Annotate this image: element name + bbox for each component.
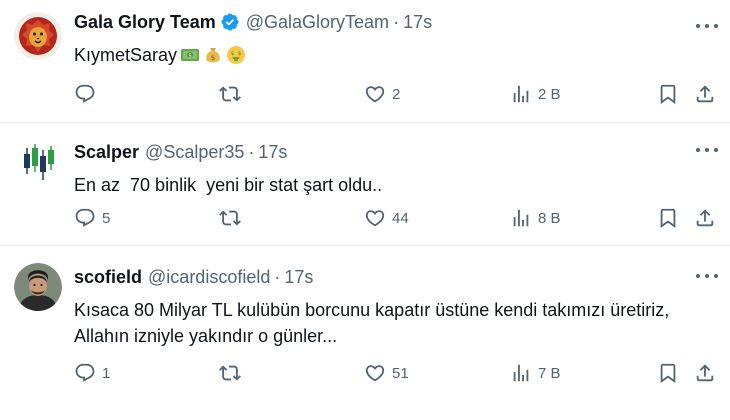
reply-button[interactable] (74, 82, 102, 106)
share-icon (696, 85, 714, 103)
timestamp[interactable]: 17s (403, 12, 432, 33)
more-options-button[interactable] (696, 266, 718, 286)
reply-count: 1 (102, 364, 111, 382)
share-icon (696, 364, 714, 382)
timestamp[interactable]: 17s (258, 142, 287, 163)
share-button[interactable] (694, 361, 716, 385)
bookmark-button[interactable] (657, 82, 679, 106)
bookmark-button[interactable] (657, 361, 679, 385)
share-button[interactable] (694, 206, 716, 230)
avatar[interactable] (14, 263, 62, 311)
reply-icon (75, 84, 95, 103)
view-count: 8 B (538, 209, 561, 227)
avatar[interactable] (14, 12, 62, 60)
share-button[interactable] (694, 82, 716, 106)
like-button[interactable]: 2 (364, 82, 400, 106)
money-mouth-face-icon: $ $ (227, 46, 246, 64)
dollar-banknote-icon: $ (181, 49, 200, 61)
tweet[interactable]: Scalper @Scalper35 · 17s En az 70 binlik… (0, 124, 730, 246)
tweet-text: En az 70 binlik yeni bir stat şart oldu.… (74, 175, 383, 195)
action-bar: 1 51 7 B (74, 361, 716, 385)
svg-text:$: $ (238, 51, 242, 57)
views-button[interactable]: 8 B (510, 206, 561, 230)
tweet[interactable]: Gala Glory Team @GalaGloryTeam · 17s Kıy… (0, 0, 730, 123)
tweet-header: scofield @icardiscofield · 17s (74, 265, 716, 289)
like-count: 44 (392, 209, 409, 227)
handle[interactable]: @Scalper35 (145, 142, 244, 163)
reply-icon (75, 363, 95, 382)
views-chart-icon (513, 209, 529, 227)
heart-icon (365, 86, 385, 103)
lion-avatar-icon (14, 12, 62, 60)
retweet-button[interactable] (219, 361, 247, 385)
retweet-button[interactable] (219, 206, 247, 230)
more-options-button[interactable] (696, 16, 718, 36)
more-options-button[interactable] (696, 140, 718, 160)
view-count: 2 B (538, 85, 561, 103)
handle[interactable]: @icardiscofield (148, 267, 270, 288)
tweet-text: KıymetSaray $ $ $ $ (74, 42, 716, 68)
separator-dot: · (393, 11, 400, 32)
like-count: 2 (392, 85, 401, 103)
display-name[interactable]: Gala Glory Team (74, 12, 216, 33)
tweet-header: Gala Glory Team @GalaGloryTeam · 17s (74, 10, 716, 34)
reply-icon (75, 208, 95, 227)
share-icon (696, 209, 714, 227)
like-button[interactable]: 51 (364, 361, 409, 385)
action-bar: 2 2 B (74, 82, 716, 106)
tweet-header: Scalper @Scalper35 · 17s (74, 140, 716, 164)
bookmark-icon (660, 208, 676, 229)
svg-text:$: $ (231, 51, 235, 57)
retweet-icon (219, 86, 241, 102)
verified-badge-icon (221, 13, 239, 31)
tweet-feed: Gala Glory Team @GalaGloryTeam · 17s Kıy… (0, 0, 730, 420)
avatar[interactable] (14, 138, 62, 186)
retweet-button[interactable] (219, 82, 247, 106)
display-name[interactable]: Scalper (74, 142, 139, 163)
views-chart-icon (513, 364, 529, 382)
svg-text:$: $ (188, 53, 192, 60)
candlestick-avatar-icon (14, 138, 62, 186)
handle[interactable]: @GalaGloryTeam (246, 12, 389, 33)
heart-icon (365, 210, 385, 227)
tweet-body: Gala Glory Team @GalaGloryTeam · 17s Kıy… (74, 10, 716, 68)
reply-button[interactable]: 5 (74, 206, 110, 230)
action-bar: 5 44 8 B (74, 206, 716, 230)
separator-dot: · (248, 141, 255, 162)
like-button[interactable]: 44 (364, 206, 409, 230)
person-avatar-icon (14, 263, 62, 311)
tweet[interactable]: scofield @icardiscofield · 17s Kısaca 80… (0, 247, 730, 420)
tweet-text-content: KıymetSaray (74, 45, 178, 65)
retweet-icon (219, 210, 241, 226)
views-button[interactable]: 7 B (510, 361, 561, 385)
bookmark-icon (660, 363, 676, 384)
separator-dot: · (274, 266, 281, 287)
money-bag-icon: $ (206, 48, 220, 63)
views-chart-icon (513, 85, 529, 103)
retweet-icon (219, 365, 241, 381)
reply-count: 5 (102, 209, 111, 227)
tweet-text-line: Allahın izniyle yakındır o günler... (74, 326, 338, 346)
tweet-body: Scalper @Scalper35 · 17s En az 70 binlik… (74, 140, 716, 198)
bookmark-icon (660, 84, 676, 105)
tweet-text-line: Kısaca 80 Milyar TL kulübün borcunu kapa… (74, 300, 670, 320)
view-count: 7 B (538, 364, 561, 382)
views-button[interactable]: 2 B (510, 82, 561, 106)
like-count: 51 (392, 364, 409, 382)
heart-icon (365, 365, 385, 382)
tweet-body: scofield @icardiscofield · 17s Kısaca 80… (74, 265, 716, 349)
tweet-text: Kısaca 80 Milyar TL kulübün borcunu kapa… (74, 297, 716, 349)
timestamp[interactable]: 17s (284, 267, 313, 288)
svg-text:$: $ (211, 54, 215, 62)
reply-button[interactable]: 1 (74, 361, 110, 385)
display-name[interactable]: scofield (74, 267, 142, 288)
bookmark-button[interactable] (657, 206, 679, 230)
